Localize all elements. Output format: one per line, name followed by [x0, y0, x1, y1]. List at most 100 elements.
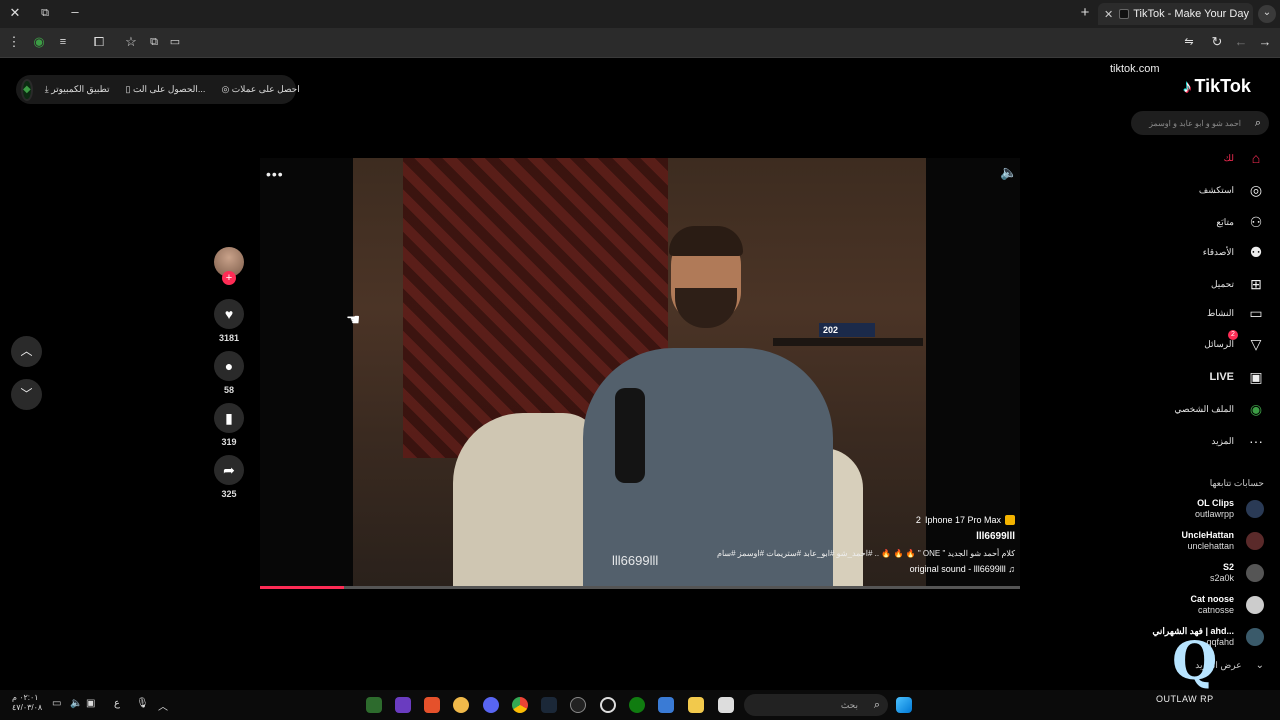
nav-explore[interactable]: استكشف ◎	[1199, 180, 1264, 200]
save-button[interactable]: ▮ 319	[214, 403, 244, 447]
bookmark-star-icon[interactable]: ☆	[122, 34, 140, 52]
minimize-window-icon[interactable]: –	[66, 4, 84, 22]
store-icon[interactable]	[658, 697, 674, 713]
playlist-icon[interactable]: ≡	[54, 34, 72, 52]
forward-icon[interactable]: ←	[1232, 34, 1250, 52]
bookmark-icon: ▮	[214, 403, 244, 433]
next-video-button[interactable]: ﹀	[11, 379, 42, 410]
chat-app-icon[interactable]	[453, 697, 469, 713]
tiktok-logo[interactable]: ♪ TikTok	[1183, 76, 1251, 97]
start-menu-icon[interactable]	[896, 697, 912, 713]
home-icon: ⌂	[1251, 150, 1261, 166]
taskbar-clock[interactable]: ٠٢:٠١ م ٤٧/٠٣/٠٨	[12, 693, 42, 713]
nav-activity[interactable]: النشاط ▭	[1207, 303, 1264, 323]
tray-overflow-icon[interactable]: ︿	[158, 698, 168, 713]
nav-profile[interactable]: الملف الشخصي ◉	[1174, 399, 1264, 419]
vpn-extension-icon[interactable]: ◉	[30, 34, 48, 52]
share-button[interactable]: ➦ 325	[214, 455, 244, 499]
get-coins-link[interactable]: ◎ احصل على عملات	[221, 84, 299, 95]
close-tab-icon[interactable]: ✕	[1104, 8, 1113, 21]
following-account[interactable]: UncleHattan unclehattan	[1181, 529, 1264, 553]
nav-more[interactable]: المزيد ···	[1211, 431, 1264, 451]
reload-icon[interactable]: ↻	[1208, 34, 1226, 52]
account-name: UncleHattan	[1181, 530, 1234, 540]
browser-toolbar: ⋮ ◉ ≡ ⧠ ☆ ⧉ ▭ tiktok.com ⇋ ↻ ← →	[0, 28, 1280, 75]
file-explorer-icon[interactable]	[688, 697, 704, 713]
search-icon[interactable]: ⌕	[1255, 117, 1261, 130]
tab-search-icon[interactable]: ⌄	[1258, 5, 1276, 23]
device-badge[interactable]: Iphone 17 Pro Max 2	[655, 515, 1015, 525]
volume-icon[interactable]: 🔈	[1000, 164, 1017, 181]
following-account[interactable]: OL Clips outlawrpp	[1195, 497, 1264, 521]
cast-icon[interactable]: ▭	[166, 34, 184, 52]
account-handle: unclehattan	[1187, 541, 1234, 551]
nav-for-you[interactable]: لك ⌂	[1224, 148, 1264, 168]
taskbar-search-input[interactable]: بحث ⌕	[744, 694, 888, 716]
windows-taskbar	[0, 690, 1280, 720]
search-placeholder: احمد شو و ابو عابد و اوسمز	[1149, 118, 1241, 128]
network-icon[interactable]: ▣	[86, 698, 95, 709]
video-watermark: lll6699lll	[612, 553, 659, 568]
nav-upload-label: تحميل	[1210, 278, 1234, 289]
purple-app-icon[interactable]	[395, 697, 411, 713]
nav-upload[interactable]: تحميل ⊞	[1211, 274, 1264, 294]
xbox-icon[interactable]	[629, 697, 645, 713]
comment-button[interactable]: ● 58	[214, 351, 244, 395]
steam-icon[interactable]	[541, 697, 557, 713]
extensions-icon[interactable]: ⧠	[90, 34, 108, 52]
account-name: S2	[1222, 562, 1234, 572]
notepad-app-icon[interactable]	[366, 697, 382, 713]
video-options-icon[interactable]: •••	[266, 166, 284, 182]
restore-window-icon[interactable]: ⧉	[36, 5, 54, 23]
desktop-app-link[interactable]: ⤓ تطبيق الكمبيوتر	[45, 84, 110, 95]
nav-following-label: متابَع	[1216, 216, 1234, 227]
get-app-link[interactable]: ▯ الحصول على الت...	[125, 84, 205, 95]
address-bar-url[interactable]: tiktok.com	[1110, 63, 1160, 75]
nav-messages[interactable]: الرسائل ▽ 2	[1204, 330, 1264, 354]
translate-icon[interactable]: ⧉	[145, 34, 163, 52]
window-app-icon[interactable]	[718, 697, 734, 713]
video-person-hair	[669, 226, 743, 256]
messages-badge: 2	[1228, 330, 1238, 340]
close-window-icon[interactable]: ✕	[6, 5, 24, 23]
clock-date: ٤٧/٠٣/٠٨	[12, 703, 43, 712]
nav-explore-label: استكشف	[1198, 184, 1234, 195]
search-input[interactable]: احمد شو و ابو عابد و اوسمز ⌕	[1131, 111, 1269, 135]
video-author[interactable]: lll6699lll	[655, 531, 1015, 542]
like-button[interactable]: ♥ 3181	[214, 299, 244, 343]
back-icon[interactable]: →	[1256, 34, 1274, 52]
badge-count: 2	[915, 515, 921, 525]
speaker-icon[interactable]: 🔈	[70, 698, 82, 709]
following-account[interactable]: Cat noose catnosse	[1190, 593, 1264, 617]
nav-friends[interactable]: الأصدقاء ⚉	[1203, 242, 1264, 262]
get-app-label: الحصول على الت...	[132, 84, 206, 94]
nav-following[interactable]: متابَع ⚇	[1216, 212, 1264, 232]
sync-app-icon[interactable]	[600, 697, 616, 713]
previous-video-button[interactable]: ︿	[11, 336, 42, 367]
share-count: 325	[221, 489, 237, 499]
site-settings-icon[interactable]: ⇋	[1180, 34, 1198, 52]
discord-icon[interactable]	[483, 697, 499, 713]
new-tab-icon[interactable]: +	[1076, 5, 1094, 23]
video-sound[interactable]: ♫ original sound - lll6699lll	[655, 564, 1015, 574]
follow-plus-icon[interactable]: +	[222, 271, 236, 285]
heart-icon: ♥	[214, 299, 244, 329]
more-icon: ···	[1249, 433, 1263, 449]
get-coins-label: احصل على عملات	[231, 84, 300, 94]
battery-icon[interactable]: ▭	[52, 698, 61, 709]
browser-tab[interactable]: ✕ TikTok - Make Your Day	[1098, 3, 1253, 25]
microphone-icon[interactable]: 🎙	[136, 698, 149, 709]
nav-live[interactable]: LIVE ▣	[1210, 367, 1264, 387]
chrome-icon[interactable]	[512, 697, 528, 713]
video-progress-bar[interactable]	[260, 586, 1020, 589]
rockstar-icon[interactable]	[570, 697, 586, 713]
account-avatar	[1246, 628, 1264, 646]
menu-dots-icon[interactable]: ⋮	[5, 34, 23, 52]
language-indicator[interactable]: ع	[114, 698, 120, 709]
brave-browser-icon[interactable]	[424, 697, 440, 713]
user-avatar-icon[interactable]: ◆	[21, 78, 33, 101]
video-chair-shape	[453, 413, 603, 586]
following-account[interactable]: S2 s2a0k	[1210, 561, 1264, 585]
outlaw-logo-text: OUTLAW RP	[1156, 694, 1214, 704]
following-accounts-title: حسابات تتابعها	[1209, 478, 1264, 488]
